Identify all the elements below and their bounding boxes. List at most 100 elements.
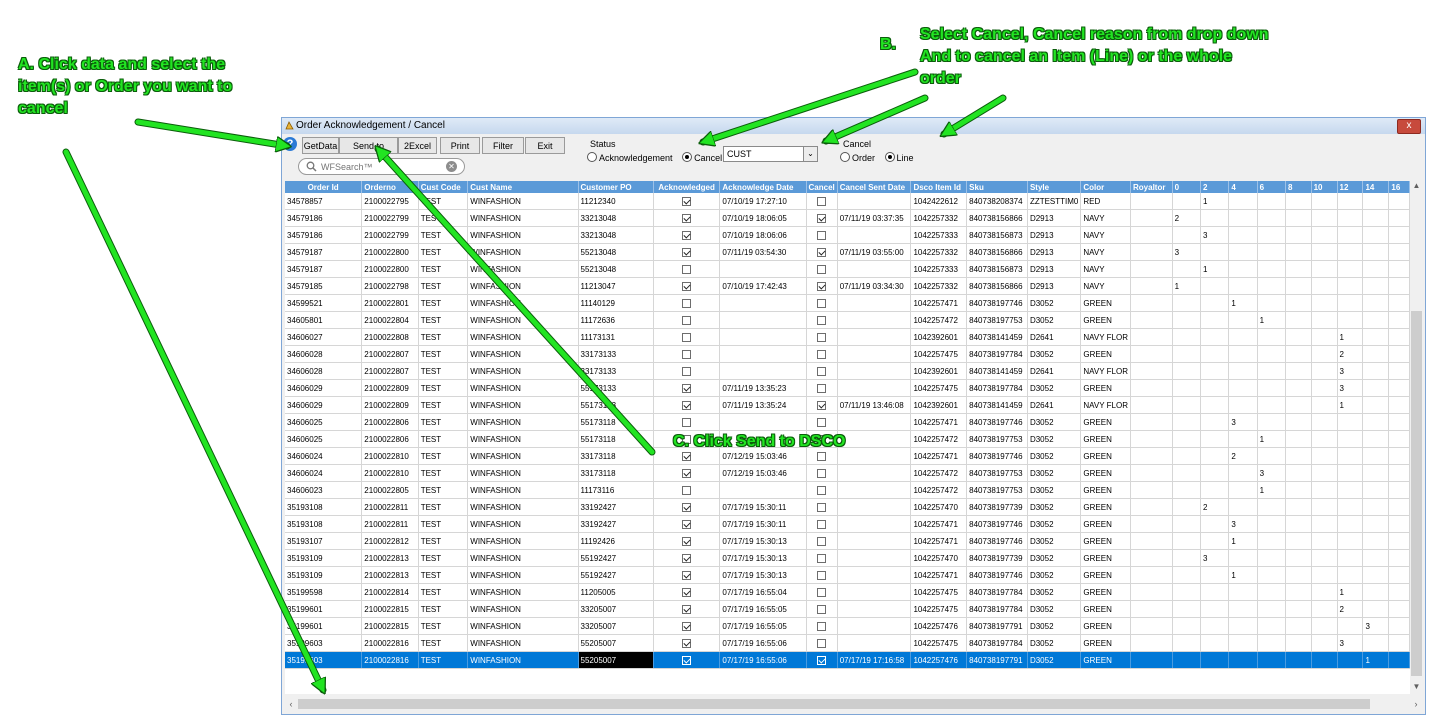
cell-s6[interactable]: 3 (1257, 464, 1287, 482)
cell-item[interactable]: 1042257471 (910, 294, 968, 312)
table-row[interactable]: 34606028 2100022807 TEST WINFASHION 33173133… (285, 345, 1410, 363)
column-header[interactable]: Order Id (285, 181, 363, 193)
cell-royal[interactable] (1130, 634, 1173, 652)
cell-s4[interactable] (1228, 328, 1258, 346)
acknowledged-cell[interactable] (653, 481, 721, 499)
cell-s8[interactable] (1285, 328, 1312, 346)
cell-ack-date[interactable]: 07/11/19 13:35:23 (719, 379, 807, 397)
cell-style[interactable]: D2641 (1027, 362, 1082, 380)
cell-s8[interactable] (1285, 362, 1312, 380)
cell-s4[interactable] (1228, 600, 1258, 618)
column-header[interactable]: Royaltor (1130, 181, 1173, 193)
cell-ack-date[interactable]: 07/17/19 15:30:11 (719, 515, 807, 533)
cell-cancel-date[interactable] (837, 226, 912, 244)
cancel-cell[interactable] (806, 396, 838, 414)
cancel-cell[interactable] (806, 379, 838, 397)
cell-cancel-date[interactable] (837, 600, 912, 618)
cell-s14[interactable] (1362, 345, 1390, 363)
cell-cancel-date[interactable] (837, 481, 912, 499)
cell-s16[interactable] (1388, 243, 1410, 261)
cell-s12[interactable] (1337, 260, 1364, 278)
cancel-checkbox[interactable] (817, 230, 827, 240)
column-header[interactable]: 14 (1362, 181, 1390, 193)
cancel-cell[interactable] (806, 634, 838, 652)
cell-sku[interactable]: 840738197784 (966, 379, 1028, 397)
cell-s14[interactable] (1362, 430, 1390, 448)
cell-s16[interactable] (1388, 634, 1410, 652)
cell-item[interactable]: 1042257475 (910, 379, 968, 397)
cell-s0[interactable] (1172, 634, 1201, 652)
cell-cancel-date[interactable] (837, 549, 912, 567)
acknowledged-checkbox[interactable] (682, 230, 692, 240)
cell-orderno[interactable]: 2100022805 (361, 481, 419, 499)
cell-color[interactable]: NAVY (1080, 277, 1131, 295)
cell-s16[interactable] (1388, 430, 1410, 448)
scroll-down-icon[interactable]: ▼ (1410, 682, 1423, 694)
cell-s6[interactable] (1257, 413, 1287, 431)
table-row[interactable]: 35199598 2100022814 TEST WINFASHION 11205005… (285, 583, 1410, 601)
cell-orderno[interactable]: 2100022810 (361, 447, 419, 465)
cell-style[interactable]: D2913 (1027, 226, 1082, 244)
column-header[interactable]: 4 (1228, 181, 1258, 193)
cell-item[interactable]: 1042257472 (910, 464, 968, 482)
cell-cust-name[interactable]: WINFASHION (467, 634, 579, 652)
cell-style[interactable]: D3052 (1027, 651, 1082, 669)
cell-sku[interactable]: 840738156873 (966, 260, 1028, 278)
table-row[interactable]: 34599521 2100022801 TEST WINFASHION 11140129… (285, 294, 1410, 312)
cell-cancel-date[interactable] (837, 294, 912, 312)
acknowledged-checkbox[interactable] (682, 519, 692, 529)
cell-po[interactable]: 33173133 (578, 362, 654, 380)
cell-s2[interactable] (1200, 345, 1230, 363)
cell-order-id[interactable]: 34579186 (285, 226, 363, 244)
cell-po[interactable]: 11172636 (578, 311, 654, 329)
cancel-cell[interactable] (806, 481, 838, 499)
cell-s16[interactable] (1388, 277, 1410, 295)
cell-royal[interactable] (1130, 260, 1173, 278)
cell-s10[interactable] (1311, 311, 1338, 329)
cell-s16[interactable] (1388, 209, 1410, 227)
cell-cust-name[interactable]: WINFASHION (467, 464, 579, 482)
cell-cust-code[interactable]: TEST (418, 464, 469, 482)
cell-s6[interactable] (1257, 209, 1287, 227)
horizontal-scroll-thumb[interactable] (298, 699, 1370, 709)
cancel-checkbox[interactable] (817, 417, 827, 427)
cancel-checkbox[interactable] (817, 655, 827, 665)
cell-cust-name[interactable]: WINFASHION (467, 413, 579, 431)
cancel-cell[interactable] (806, 226, 838, 244)
cell-cancel-date[interactable] (837, 617, 912, 635)
cell-s10[interactable] (1311, 447, 1338, 465)
cell-color[interactable]: NAVY (1080, 226, 1131, 244)
cell-s14[interactable] (1362, 328, 1390, 346)
table-row[interactable]: 34606025 2100022806 TEST WINFASHION 55173118… (285, 430, 1410, 448)
cell-sku[interactable]: 840738197753 (966, 464, 1028, 482)
cancel-checkbox[interactable] (817, 315, 827, 325)
cell-s10[interactable] (1311, 226, 1338, 244)
cell-s14[interactable]: 1 (1362, 651, 1390, 669)
cell-color[interactable]: GREEN (1080, 634, 1131, 652)
cell-ack-date[interactable]: 07/10/19 18:06:05 (719, 209, 807, 227)
cell-royal[interactable] (1130, 464, 1173, 482)
cell-s10[interactable] (1311, 464, 1338, 482)
column-header[interactable]: Cancel (806, 181, 838, 193)
cell-s0[interactable] (1172, 532, 1201, 550)
cell-sku[interactable]: 840738197784 (966, 634, 1028, 652)
cell-cust-name[interactable]: WINFASHION (467, 430, 579, 448)
acknowledged-checkbox[interactable] (682, 383, 692, 393)
cell-style[interactable]: D3052 (1027, 617, 1082, 635)
cell-s8[interactable] (1285, 413, 1312, 431)
cell-s16[interactable] (1388, 260, 1410, 278)
cell-ack-date[interactable]: 07/17/19 16:55:05 (719, 600, 807, 618)
cell-item[interactable]: 1042392601 (910, 362, 968, 380)
cell-order-id[interactable]: 34606025 (285, 430, 363, 448)
cell-royal[interactable] (1130, 566, 1173, 584)
cell-style[interactable]: D3052 (1027, 430, 1082, 448)
cell-royal[interactable] (1130, 413, 1173, 431)
cell-cust-name[interactable]: WINFASHION (467, 515, 579, 533)
column-header[interactable]: Dsco Item Id (910, 181, 968, 193)
cell-style[interactable]: D3052 (1027, 583, 1082, 601)
cell-item[interactable]: 1042257471 (910, 447, 968, 465)
cell-s12[interactable]: 3 (1337, 634, 1364, 652)
cell-ack-date[interactable] (719, 294, 807, 312)
cancel-cell[interactable] (806, 193, 838, 210)
cell-po[interactable]: 11212340 (578, 193, 654, 210)
